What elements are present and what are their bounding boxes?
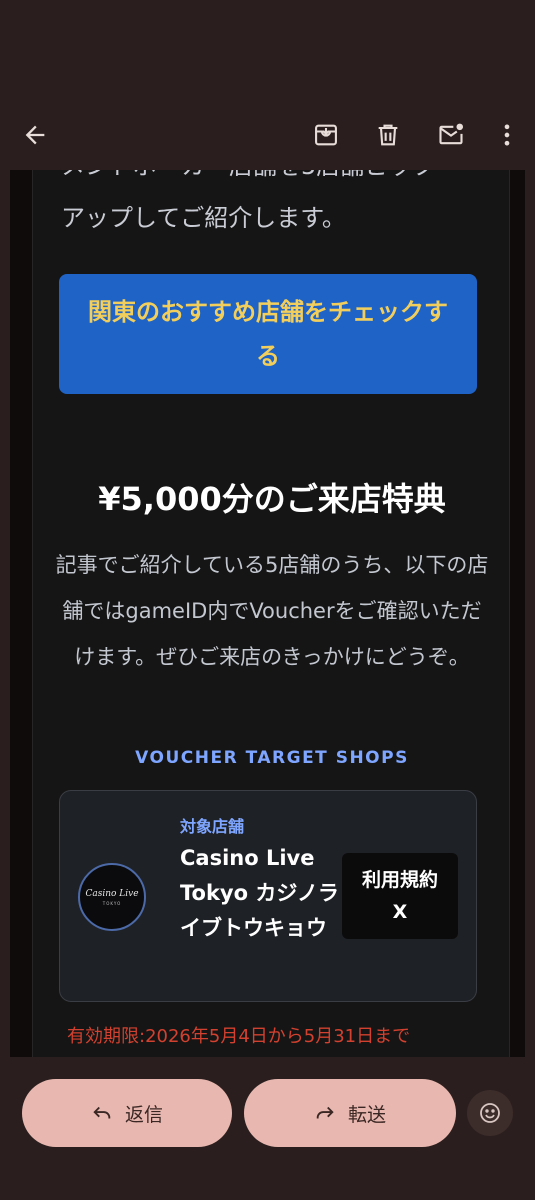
reply-icon — [93, 1106, 111, 1119]
trash-icon — [378, 124, 398, 146]
terms-button[interactable]: 利用規約 X — [342, 853, 458, 939]
bottom-action-bar: 返信 転送 — [0, 1057, 535, 1200]
archive-icon — [315, 124, 337, 146]
archive-button[interactable] — [303, 112, 349, 158]
validity-text: 有効期限:2026年5月4日から5月31日まで — [67, 1026, 411, 1047]
forward-label: 転送 — [347, 1103, 386, 1126]
logo-subtext: TOKYO — [102, 900, 122, 906]
voucher-shops-label: VOUCHER TARGET SHOPS — [135, 748, 409, 768]
intro-text: メンドポーカー店舗を5店舗ピック アップしてご紹介します。 — [61, 170, 481, 244]
reply-label: 返信 — [124, 1103, 163, 1126]
more-vertical-icon — [504, 124, 510, 146]
email-body: メンドポーカー店舗を5店舗ピック アップしてご紹介します。 関東のおすすめ店舗を… — [10, 170, 525, 1057]
status-bar-area — [0, 0, 535, 100]
section-title: ¥5,000分のご来店特典 — [98, 480, 446, 518]
forward-icon — [316, 1106, 334, 1119]
reply-button[interactable]: 返信 — [22, 1079, 232, 1147]
email-toolbar — [0, 100, 535, 170]
arrow-back-icon — [25, 125, 45, 145]
shop-name: Casino Live Tokyo カジノライブトウキョウ — [180, 846, 339, 940]
logo-text: Casino Live — [85, 888, 139, 899]
email-card: メンドポーカー店舗を5店舗ピック アップしてご紹介します。 関東のおすすめ店舗を… — [32, 170, 510, 1057]
emoji-icon — [480, 1103, 500, 1123]
description-text: 記事でご紹介している5店舗のうち、以下の店舗ではgameID内でVoucherを… — [55, 553, 489, 669]
more-button[interactable] — [484, 112, 530, 158]
intro-line: アップしてご紹介します。 — [61, 204, 346, 232]
terms-label: 利用規約 X — [361, 869, 438, 923]
delete-button[interactable] — [365, 112, 411, 158]
emoji-button[interactable] — [467, 1090, 513, 1136]
shop-tag: 対象店舗 — [180, 817, 245, 836]
forward-button[interactable]: 転送 — [244, 1079, 456, 1147]
mark-unread-button[interactable] — [428, 112, 474, 158]
back-button[interactable] — [12, 112, 58, 158]
shop-card: Casino Live TOKYO 対象店舗 Casino Live Tokyo… — [59, 790, 477, 1002]
intro-line: メンドポーカー店舗を5店舗ピック — [61, 170, 481, 192]
mark-unread-icon — [439, 123, 464, 145]
check-stores-button[interactable]: 関東のおすすめ店舗をチェックする — [59, 274, 477, 394]
shop-logo: Casino Live TOKYO — [78, 863, 146, 931]
cta-label: 関東のおすすめ店舗をチェックする — [88, 298, 448, 370]
